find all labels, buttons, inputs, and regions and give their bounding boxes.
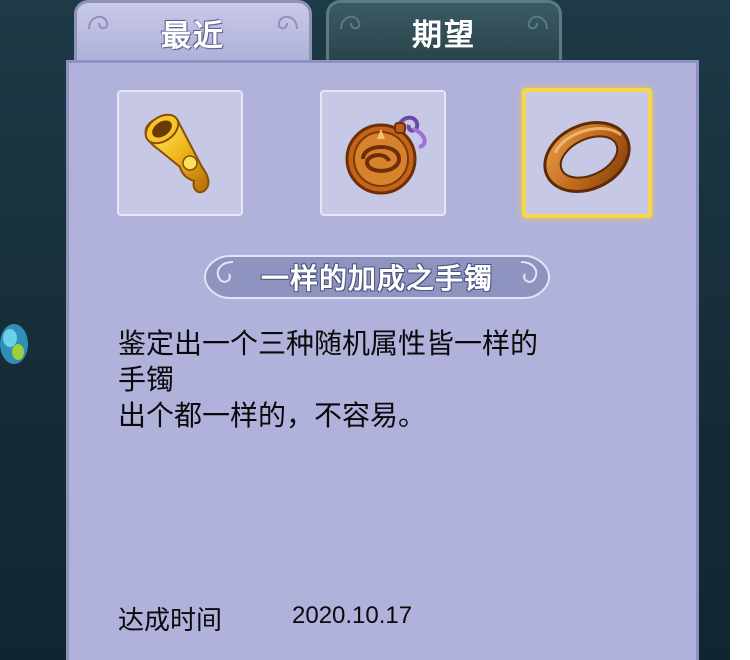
tab-ornament-icon <box>527 15 548 30</box>
description-line: 出个都一样的，不容易。 <box>118 399 427 432</box>
tab-recent-label: 最近 <box>161 18 225 54</box>
tab-wish-label: 期望 <box>412 17 476 53</box>
partial-sprite-icon <box>0 324 28 364</box>
tab-ornament-icon <box>277 15 298 30</box>
item-slot-horn[interactable] <box>117 90 243 216</box>
item-slot-medallion[interactable] <box>320 90 446 216</box>
tab-ornament-icon <box>340 15 361 30</box>
item-slot-bracelet[interactable] <box>522 88 652 218</box>
achievement-description: 鉴定出一个三种随机属性皆一样的 手镯 出个都一样的，不容易。 <box>118 326 658 434</box>
tab-ornament-icon <box>88 15 109 30</box>
bronze-medallion-icon <box>345 115 427 195</box>
golden-horn-icon <box>144 113 210 194</box>
description-line: 手镯 <box>118 363 175 396</box>
achievement-time-value: 2020.10.17 <box>292 602 413 629</box>
achievement-title-ribbon: 一样的加成之手镯 <box>203 250 551 304</box>
description-line: 鉴定出一个三种随机属性皆一样的 <box>118 327 539 360</box>
tab-recent[interactable]: 最近 <box>74 0 312 62</box>
achievement-title: 一样的加成之手镯 <box>260 262 493 295</box>
bronze-bracelet-icon <box>543 121 631 193</box>
right-margin <box>730 0 750 660</box>
tab-wish[interactable]: 期望 <box>326 0 562 60</box>
achievement-time-label: 达成时间 <box>118 606 223 636</box>
